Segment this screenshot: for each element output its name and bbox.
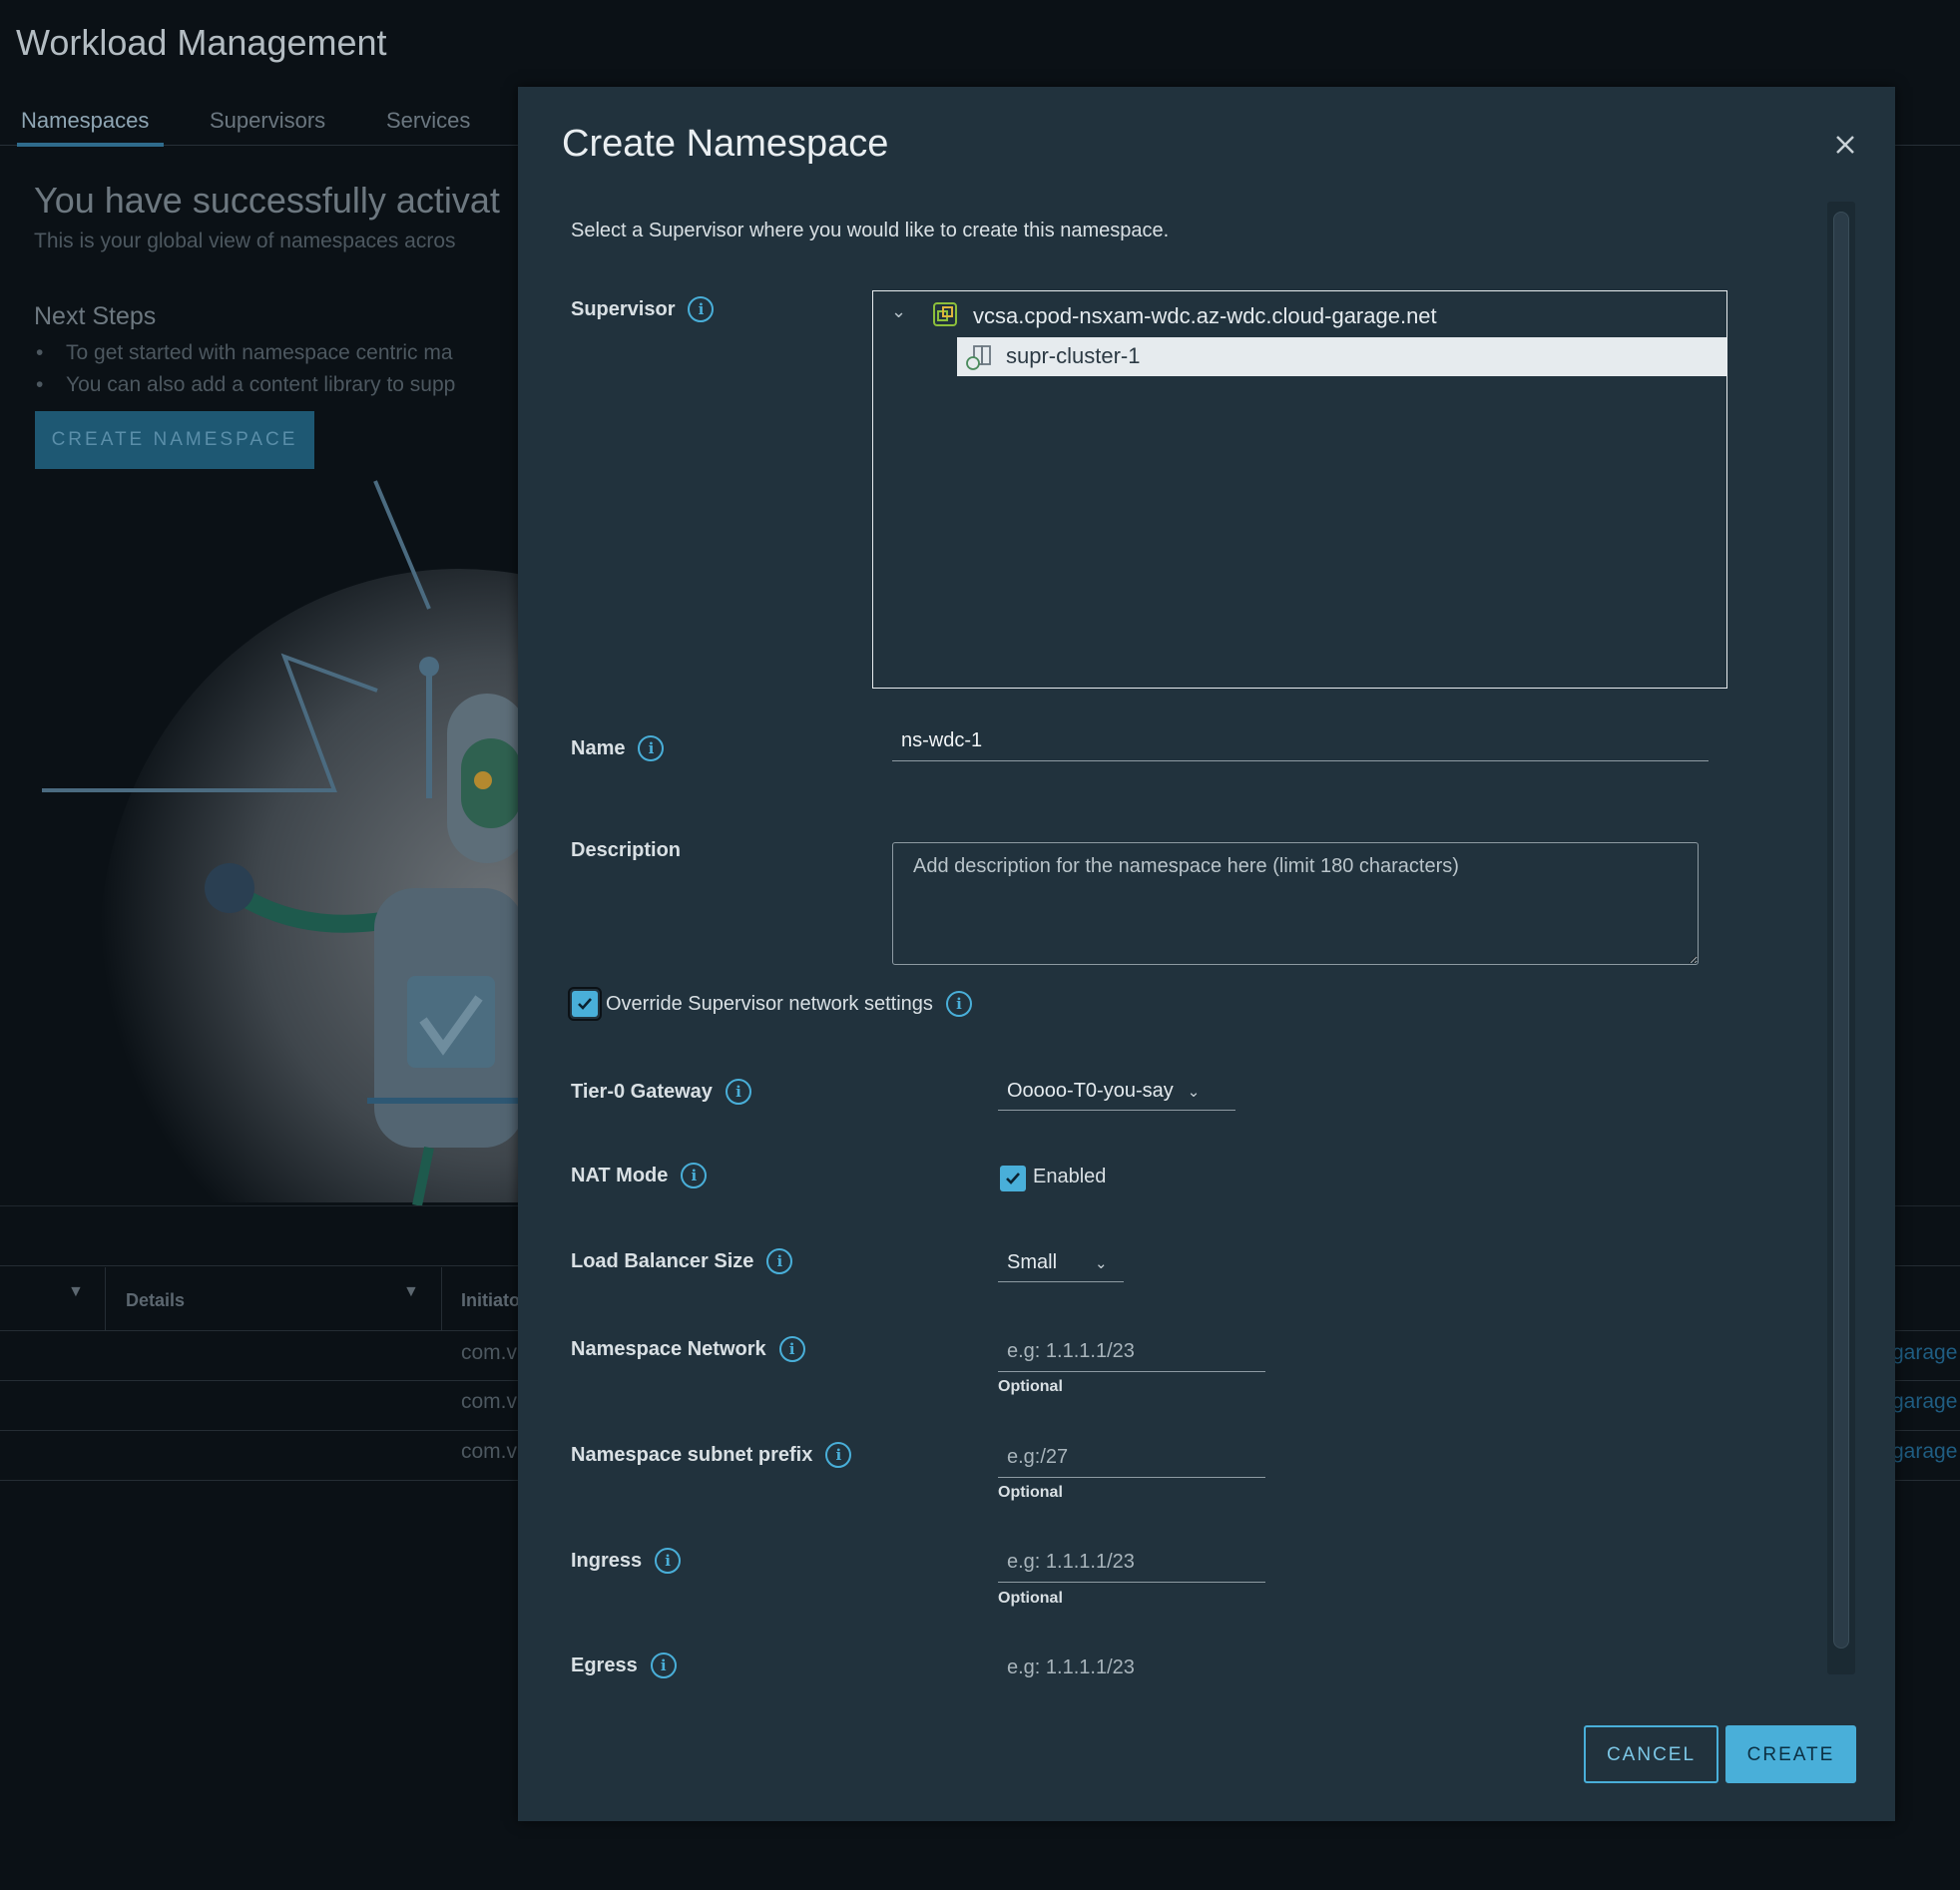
- info-icon[interactable]: i: [825, 1442, 852, 1468]
- hero-title: You have successfully activat: [34, 180, 500, 221]
- cluster-name: supr-cluster-1: [1006, 343, 1141, 368]
- chevron-down-icon: ⌄: [1095, 1254, 1108, 1272]
- dialog-title: Create Namespace: [562, 123, 889, 165]
- override-network-label-text: Override Supervisor network settings: [606, 992, 933, 1015]
- tier0-gateway-select[interactable]: Ooooo-T0-you-say ⌄: [998, 1073, 1235, 1111]
- supervisor-tree: ⌄ vcsa.cpod-nsxam-wdc.az-wdc.cloud-garag…: [872, 290, 1727, 689]
- description-label-text: Description: [571, 839, 682, 861]
- initiator-cell: com.v: [461, 1390, 518, 1413]
- ns-network-label: Namespace Network i: [571, 1336, 805, 1362]
- scrollbar-thumb[interactable]: [1833, 212, 1849, 1649]
- filter-icon[interactable]: ▼: [68, 1283, 84, 1301]
- row-divider: [1892, 1430, 1960, 1431]
- row-divider: [1892, 1380, 1960, 1381]
- nat-mode-label: NAT Mode i: [571, 1163, 708, 1188]
- vcenter-icon: [933, 302, 957, 326]
- supervisor-label: Supervisor i: [571, 296, 715, 322]
- override-network-checkbox[interactable]: [572, 991, 598, 1017]
- create-button[interactable]: CREATE: [1725, 1725, 1856, 1783]
- name-label-text: Name: [571, 736, 626, 759]
- ingress-label: Ingress i: [571, 1548, 682, 1574]
- ns-network-input[interactable]: [998, 1332, 1265, 1372]
- target-link[interactable]: garage: [1892, 1440, 1957, 1464]
- lb-size-value: Small: [1007, 1251, 1058, 1273]
- info-icon[interactable]: i: [766, 1248, 793, 1274]
- next-steps-title: Next Steps: [34, 302, 157, 330]
- description-textarea[interactable]: [892, 842, 1699, 965]
- chevron-down-icon[interactable]: ⌄: [891, 301, 906, 322]
- egress-input[interactable]: [998, 1648, 1265, 1687]
- info-icon[interactable]: i: [945, 991, 972, 1017]
- ns-network-hint: Optional: [998, 1378, 1063, 1395]
- column-header-initiator[interactable]: Initiato: [461, 1290, 520, 1311]
- initiator-cell: com.v: [461, 1440, 518, 1463]
- info-icon[interactable]: i: [681, 1163, 708, 1188]
- table-row: [0, 1381, 519, 1431]
- egress-label: Egress i: [571, 1653, 677, 1678]
- tab-supervisors[interactable]: Supervisors: [210, 108, 325, 134]
- active-tab-indicator: [17, 143, 164, 147]
- initiator-cell: com.v: [461, 1341, 518, 1364]
- lb-size-label-text: Load Balancer Size: [571, 1249, 754, 1272]
- lb-size-label: Load Balancer Size i: [571, 1248, 793, 1274]
- tree-node-vcenter[interactable]: ⌄ vcsa.cpod-nsxam-wdc.az-wdc.cloud-garag…: [873, 297, 1726, 333]
- override-network-label: Override Supervisor network settings i: [606, 991, 972, 1017]
- page-title: Workload Management: [16, 22, 387, 63]
- close-icon[interactable]: [1827, 127, 1863, 163]
- name-input[interactable]: [892, 721, 1709, 761]
- cancel-button[interactable]: CANCEL: [1584, 1725, 1718, 1783]
- create-namespace-button[interactable]: CREATE NAMESPACE: [35, 411, 314, 469]
- tier0-gateway-value: Ooooo-T0-you-say: [1007, 1080, 1174, 1102]
- description-label: Description: [571, 839, 681, 862]
- table-row: [0, 1331, 519, 1381]
- table-row: [0, 1431, 519, 1481]
- column-divider: [441, 1267, 442, 1331]
- chevron-down-icon: ⌄: [1187, 1083, 1201, 1101]
- dialog-intro: Select a Supervisor where you would like…: [571, 220, 1170, 241]
- tree-node-cluster-selected[interactable]: supr-cluster-1: [957, 337, 1726, 376]
- target-link[interactable]: garage: [1892, 1341, 1957, 1365]
- row-divider: [1892, 1480, 1960, 1481]
- nat-enabled-label: Enabled: [1033, 1166, 1107, 1187]
- next-step-item: To get started with namespace centric ma: [36, 341, 452, 365]
- cluster-icon: [966, 345, 991, 370]
- tier0-label-text: Tier-0 Gateway: [571, 1080, 713, 1103]
- nat-mode-label-text: NAT Mode: [571, 1164, 669, 1186]
- info-icon[interactable]: i: [725, 1079, 751, 1105]
- column-header-details[interactable]: Details: [126, 1290, 185, 1311]
- vcenter-name: vcsa.cpod-nsxam-wdc.az-wdc.cloud-garage.…: [973, 303, 1437, 328]
- ns-subnet-hint: Optional: [998, 1484, 1063, 1501]
- tab-namespaces[interactable]: Namespaces: [21, 108, 149, 134]
- dialog-scrollbar[interactable]: [1827, 202, 1855, 1674]
- ingress-input[interactable]: [998, 1543, 1265, 1583]
- supervisor-label-text: Supervisor: [571, 297, 676, 320]
- filter-icon[interactable]: ▼: [403, 1283, 419, 1301]
- name-label: Name i: [571, 735, 665, 761]
- nat-enabled-checkbox[interactable]: [1000, 1166, 1026, 1191]
- ns-subnet-label: Namespace subnet prefix i: [571, 1442, 852, 1468]
- checkmark-icon: [578, 998, 592, 1010]
- info-icon[interactable]: i: [638, 735, 665, 761]
- ns-network-label-text: Namespace Network: [571, 1337, 766, 1360]
- target-link[interactable]: garage: [1892, 1390, 1957, 1414]
- egress-label-text: Egress: [571, 1654, 638, 1676]
- ns-subnet-label-text: Namespace subnet prefix: [571, 1443, 813, 1466]
- info-icon[interactable]: i: [778, 1336, 805, 1362]
- lb-size-select[interactable]: Small ⌄: [998, 1244, 1124, 1282]
- create-namespace-dialog: Create Namespace Select a Supervisor whe…: [518, 87, 1895, 1821]
- ingress-hint: Optional: [998, 1590, 1063, 1607]
- info-icon[interactable]: i: [650, 1653, 677, 1678]
- checkmark-icon: [1006, 1173, 1020, 1184]
- ingress-label-text: Ingress: [571, 1549, 643, 1572]
- next-step-item: You can also add a content library to su…: [36, 373, 455, 397]
- tier0-label: Tier-0 Gateway i: [571, 1079, 751, 1105]
- tab-services[interactable]: Services: [386, 108, 470, 134]
- column-divider: [105, 1267, 106, 1331]
- info-icon[interactable]: i: [655, 1548, 682, 1574]
- robot-illustration: [0, 480, 519, 1207]
- info-icon[interactable]: i: [688, 296, 715, 322]
- ns-subnet-input[interactable]: [998, 1438, 1265, 1478]
- hero-subtitle: This is your global view of namespaces a…: [34, 230, 456, 252]
